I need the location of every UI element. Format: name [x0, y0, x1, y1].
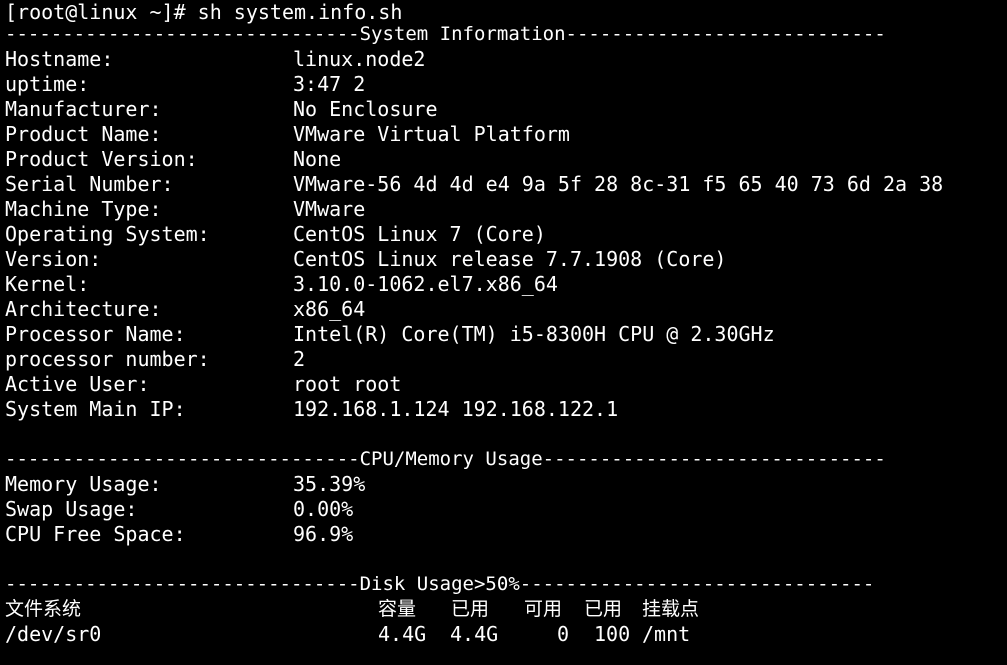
label-operating-system: Operating System: — [5, 222, 210, 246]
value-serial-number: VMware-56 4d 4d e4 9a 5f 28 8c-31 f5 65 … — [293, 172, 944, 196]
label-architecture: Architecture: — [5, 297, 162, 321]
value-version: CentOS Linux release 7.7.1908 (Core) — [293, 247, 727, 271]
label-processor-name: Processor Name: — [5, 322, 186, 346]
section-header-cpu-memory: -------------------------------CPU/Memor… — [5, 448, 886, 470]
value-cpu-free-space: 96.9% — [293, 522, 354, 546]
label-machine-type: Machine Type: — [5, 197, 162, 221]
label-kernel: Kernel: — [5, 272, 90, 296]
label-product-name: Product Name: — [5, 122, 162, 146]
value-processor-number: 2 — [293, 347, 306, 371]
value-architecture: x86_64 — [293, 297, 366, 321]
value-memory-usage: 35.39% — [293, 472, 366, 496]
value-hostname: linux.node2 — [293, 47, 426, 71]
value-processor-name: Intel(R) Core(TM) i5-8300H CPU @ 2.30GHz — [293, 322, 775, 346]
header-use-pct: 已用 — [584, 598, 623, 620]
value-uptime: 3:47 2 — [293, 72, 366, 96]
value-machine-type: VMware — [293, 197, 366, 221]
section-header-system: -------------------------------System In… — [5, 23, 886, 45]
value-product-version: None — [293, 147, 342, 171]
value-kernel: 3.10.0-1062.el7.x86_64 — [293, 272, 558, 296]
cell-use-pct: 100 — [594, 622, 631, 646]
label-processor-number: processor number: — [5, 347, 210, 371]
label-uptime: uptime: — [5, 72, 90, 96]
cell-avail: 0 — [557, 622, 570, 646]
value-operating-system: CentOS Linux 7 (Core) — [293, 222, 546, 246]
label-manufacturer: Manufacturer: — [5, 97, 162, 121]
header-size: 容量 — [378, 598, 417, 620]
value-active-user: root root — [293, 372, 402, 396]
label-version: Version: — [5, 247, 102, 271]
value-manufacturer: No Enclosure — [293, 97, 438, 121]
label-product-version: Product Version: — [5, 147, 198, 171]
cell-used: 4.4G — [450, 622, 499, 646]
cell-filesystem: /dev/sr0 — [5, 622, 102, 646]
value-system-main-ip: 192.168.1.124 192.168.122.1 — [293, 397, 619, 421]
value-swap-usage: 0.00% — [293, 497, 354, 521]
header-filesystem: 文件系统 — [5, 598, 82, 620]
header-mount: 挂载点 — [642, 598, 700, 620]
header-used: 已用 — [451, 598, 490, 620]
label-cpu-free-space: CPU Free Space: — [5, 522, 186, 546]
cell-mount: /mnt — [642, 622, 691, 646]
value-product-name: VMware Virtual Platform — [293, 122, 570, 146]
label-swap-usage: Swap Usage: — [5, 497, 138, 521]
label-system-main-ip: System Main IP: — [5, 397, 186, 421]
cell-size: 4.4G — [378, 622, 427, 646]
label-memory-usage: Memory Usage: — [5, 472, 162, 496]
section-header-disk-usage: -------------------------------Disk Usag… — [5, 573, 875, 595]
terminal-window[interactable]: [root@linux ~]# sh system.info.sh ------… — [0, 0, 1007, 665]
label-hostname: Hostname: — [5, 47, 114, 71]
label-active-user: Active User: — [5, 372, 150, 396]
label-serial-number: Serial Number: — [5, 172, 174, 196]
header-avail: 可用 — [524, 598, 563, 620]
